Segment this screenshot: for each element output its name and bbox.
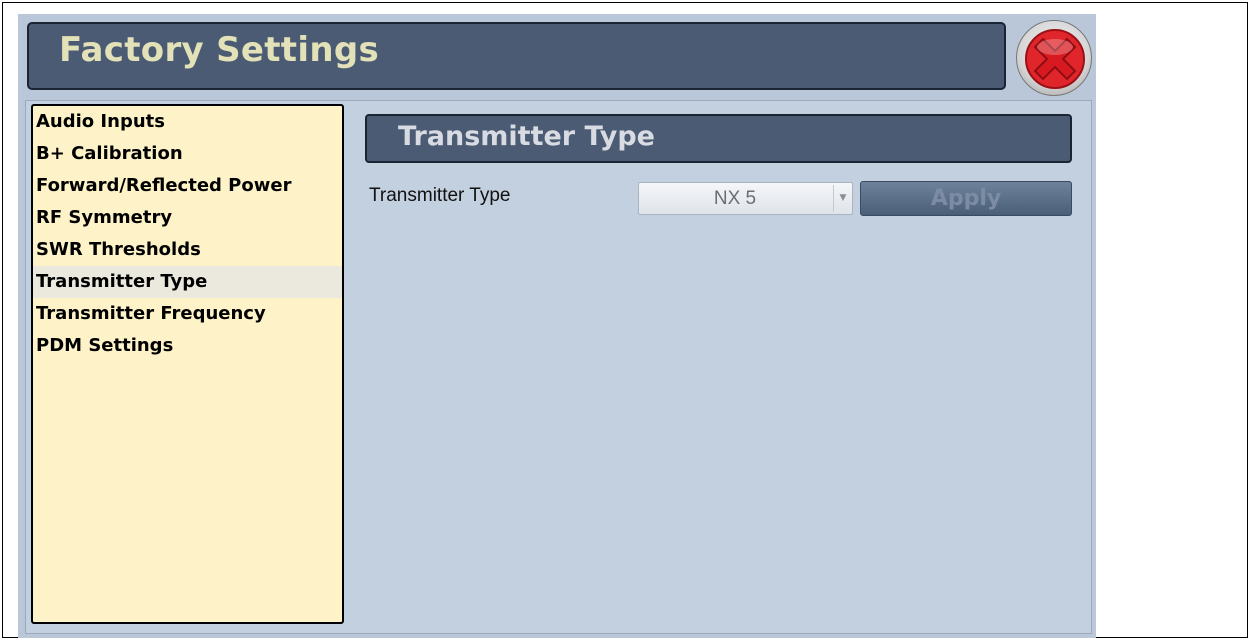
apply-button[interactable]: Apply xyxy=(860,181,1072,216)
settings-sidebar: Audio Inputs B+ Calibration Forward/Refl… xyxy=(31,104,344,624)
sidebar-item-transmitter-type[interactable]: Transmitter Type xyxy=(33,266,342,298)
sidebar-item-transmitter-frequency[interactable]: Transmitter Frequency xyxy=(33,298,342,330)
window-title: Factory Settings xyxy=(59,30,379,70)
select-value: NX 5 xyxy=(713,188,757,209)
section-header: Transmitter Type xyxy=(365,114,1072,163)
sidebar-item-pdm-settings[interactable]: PDM Settings xyxy=(33,330,342,362)
transmitter-type-label: Transmitter Type xyxy=(369,185,511,206)
sidebar-item-b-plus-calibration[interactable]: B+ Calibration xyxy=(33,138,342,170)
section-title: Transmitter Type xyxy=(398,121,655,152)
chevron-down-icon[interactable]: ▼ xyxy=(833,185,852,212)
close-icon xyxy=(1025,29,1085,89)
sidebar-item-swr-thresholds[interactable]: SWR Thresholds xyxy=(33,234,342,266)
factory-settings-window: Factory Settings Audio Inputs B+ Calibra… xyxy=(18,14,1096,638)
sidebar-item-rf-symmetry[interactable]: RF Symmetry xyxy=(33,202,342,234)
sidebar-item-forward-reflected-power[interactable]: Forward/Reflected Power xyxy=(33,170,342,202)
transmitter-type-select[interactable]: NX 5 ▼ xyxy=(638,182,853,215)
close-button[interactable] xyxy=(1016,20,1092,96)
content-area: Audio Inputs B+ Calibration Forward/Refl… xyxy=(25,100,1092,634)
title-bar: Factory Settings xyxy=(27,22,1006,90)
sidebar-item-audio-inputs[interactable]: Audio Inputs xyxy=(33,106,342,138)
